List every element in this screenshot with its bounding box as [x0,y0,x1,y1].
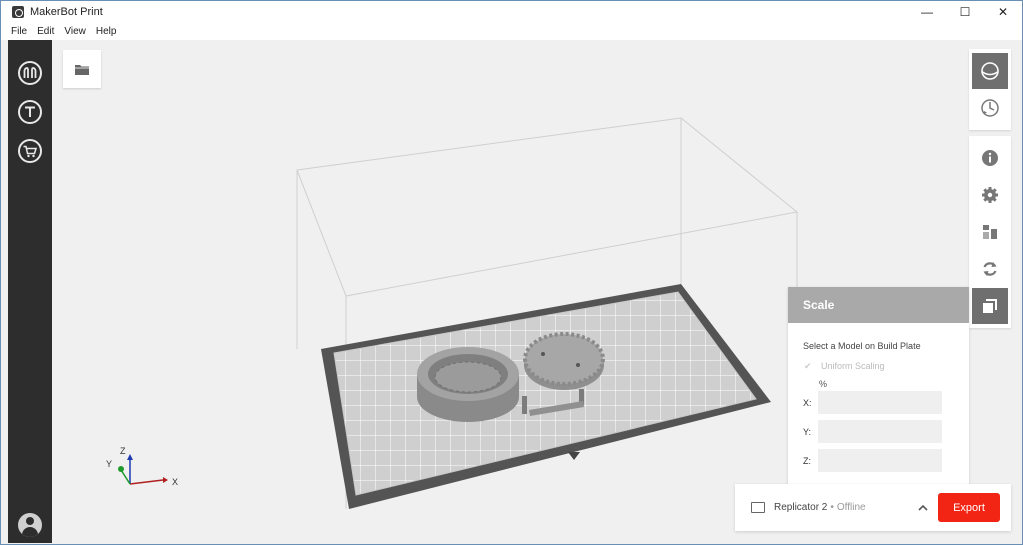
scale-x-label: X: [803,397,812,408]
uniform-scaling-checkbox[interactable]: ✔ [804,361,814,371]
scale-z-input[interactable] [818,449,942,472]
chevron-up-icon[interactable] [916,500,930,514]
scale-panel-title: Scale [788,287,969,323]
scale-y-row: Y: [788,420,969,443]
info-button[interactable] [972,140,1008,176]
views-icon [981,62,999,80]
export-button[interactable]: Export [938,493,1000,522]
right-toolbar [969,49,1011,334]
scale-y-label: Y: [803,426,812,437]
gear-cup-model[interactable] [417,347,519,422]
edit-tool-group [969,136,1011,328]
axis-x-label: X [172,477,178,487]
uniform-scaling-row: ✔ Uniform Scaling [804,361,969,371]
scale-z-row: Z: [788,449,969,472]
axis-y-label: Y [106,459,112,469]
settings-button[interactable] [972,177,1008,213]
rotate-button[interactable] [972,251,1008,287]
scale-button[interactable] [972,288,1008,324]
settings-icon [982,187,998,203]
info-icon [982,150,998,166]
views-button[interactable] [972,53,1008,89]
gear-lid-model[interactable] [523,332,605,390]
chevron-up-glyph [918,504,928,511]
scale-z-label: Z: [803,455,811,466]
scale-unit-label: % [819,379,828,389]
printer-status: Offline [836,502,866,513]
scale-hint-text: Select a Model on Build Plate [803,341,921,351]
app-window: MakerBot Print — ☐ ✕ File Edit View Help [0,0,1023,545]
view-tool-group [969,49,1011,130]
printer-icon [751,502,765,513]
printer-separator: • [830,502,834,513]
scale-panel: Scale Select a Model on Build Plate ✔ Un… [788,287,969,485]
scale-x-input[interactable] [818,391,942,414]
scale-icon [983,299,997,313]
preview-icon [981,99,999,117]
printer-bar: Replicator 2 • Offline Export [735,484,1011,531]
axis-gizmo: Z Y X [106,446,178,487]
scale-y-input[interactable] [818,420,942,443]
uniform-scaling-label: Uniform Scaling [821,361,885,371]
preview-button[interactable] [972,90,1008,126]
axis-z-label: Z [120,446,126,456]
scale-x-row: X: [788,391,969,414]
rotate-icon [983,262,997,276]
printer-name[interactable]: Replicator 2 [774,502,827,513]
open-file-button[interactable] [63,50,101,88]
arrange-button[interactable] [972,214,1008,250]
build-plate[interactable] [321,284,771,509]
arrange-icon [983,225,997,239]
folder-icon [75,64,89,75]
